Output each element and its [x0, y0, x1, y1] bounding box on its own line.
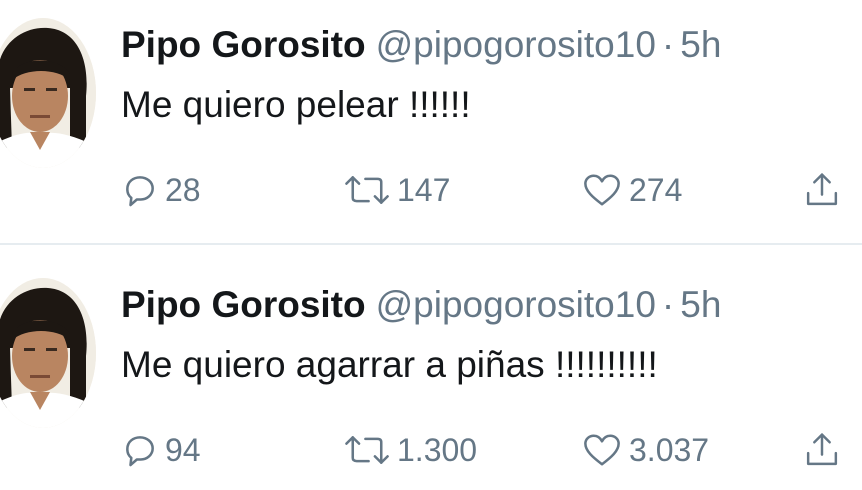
- reply-icon: [121, 171, 159, 209]
- heart-icon: [581, 431, 623, 469]
- separator-dot: ·: [661, 24, 675, 65]
- retweet-icon: [343, 171, 391, 209]
- tweet[interactable]: Pipo Gorosito @pipogorosito10 · 5h Me quier…: [0, 0, 862, 240]
- reply-button[interactable]: 28: [121, 165, 201, 215]
- reply-count: 28: [165, 171, 201, 208]
- tweet-feed: Pipo Gorosito @pipogorosito10 · 5h Me quier…: [0, 0, 862, 485]
- heart-icon: [581, 171, 623, 209]
- retweet-count: 1.300: [397, 431, 478, 468]
- share-button[interactable]: [803, 425, 841, 475]
- tweet-text: Me quiero pelear !!!!!!: [121, 84, 471, 125]
- tweet-actions: 28 147 274: [121, 165, 862, 215]
- reply-count: 94: [165, 431, 201, 468]
- avatar[interactable]: [0, 18, 96, 168]
- reply-icon: [121, 431, 159, 469]
- retweet-count: 147: [397, 171, 451, 208]
- separator-dot: ·: [661, 284, 675, 325]
- retweet-icon: [343, 431, 391, 469]
- like-count: 274: [629, 171, 683, 208]
- tweet-header: Pipo Gorosito @pipogorosito10 · 5h: [121, 282, 721, 332]
- tweet-divider: [0, 243, 862, 245]
- retweet-button[interactable]: 1.300: [343, 425, 477, 475]
- tweet-actions: 94 1.300 3.037: [121, 425, 862, 475]
- share-icon: [803, 430, 841, 470]
- avatar[interactable]: [0, 278, 96, 428]
- tweet-text: Me quiero agarrar a piñas !!!!!!!!!!: [121, 344, 658, 385]
- author-name[interactable]: Pipo Gorosito: [121, 24, 366, 65]
- share-icon: [803, 170, 841, 210]
- like-count: 3.037: [629, 431, 710, 468]
- reply-button[interactable]: 94: [121, 425, 201, 475]
- like-button[interactable]: 274: [581, 165, 682, 215]
- tweet[interactable]: Pipo Gorosito @pipogorosito10 · 5h Me quier…: [0, 250, 862, 490]
- tweet-timestamp[interactable]: 5h: [680, 24, 721, 65]
- author-handle[interactable]: @pipogorosito10: [376, 284, 656, 325]
- tweet-timestamp[interactable]: 5h: [680, 284, 721, 325]
- author-handle[interactable]: @pipogorosito10: [376, 24, 656, 65]
- share-button[interactable]: [803, 165, 841, 215]
- like-button[interactable]: 3.037: [581, 425, 709, 475]
- retweet-button[interactable]: 147: [343, 165, 450, 215]
- tweet-header: Pipo Gorosito @pipogorosito10 · 5h: [121, 22, 721, 72]
- author-name[interactable]: Pipo Gorosito: [121, 284, 366, 325]
